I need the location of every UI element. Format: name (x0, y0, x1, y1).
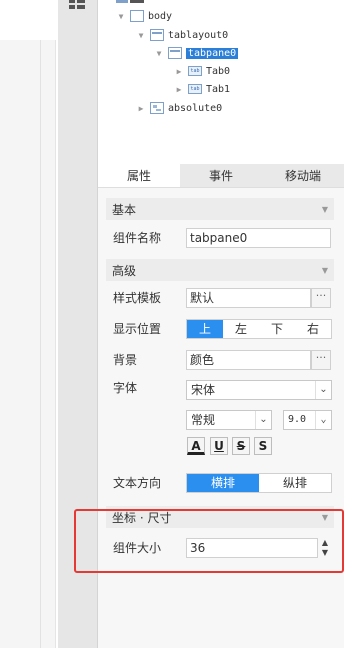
frame-icon (150, 29, 164, 41)
tree-node-label: absolute0 (168, 102, 223, 114)
text-direction-label: 文本方向 (113, 476, 162, 490)
expand-arrow-icon[interactable]: ▶ (136, 104, 146, 113)
tree-node-label: tabpane0 (186, 47, 239, 59)
tree-node-label: Tab1 (206, 83, 231, 95)
chevron-down-icon: ⌄ (315, 381, 331, 399)
tab-icon: tab (188, 84, 202, 94)
direction-vertical-option[interactable]: 纵排 (259, 474, 331, 492)
chevron-down-icon: ⌄ (255, 411, 271, 429)
chevron-down-icon: ⌄ (315, 411, 331, 429)
tree-node-label: tablayout0 (168, 29, 229, 41)
collapse-arrow-icon[interactable]: ▼ (116, 12, 126, 21)
tree-node-label: body (148, 10, 173, 22)
position-left-option[interactable]: 左 (223, 320, 259, 338)
strikethrough-button[interactable]: S (232, 437, 250, 455)
collapse-arrow-icon[interactable]: ▼ (154, 49, 164, 58)
font-size-value: 9.0 (288, 414, 307, 425)
shadow-button[interactable]: S (254, 437, 272, 455)
highlight-box (74, 509, 344, 573)
font-style-value: 常规 (191, 413, 216, 427)
tab-events[interactable]: 事件 (180, 164, 262, 187)
page-icon (130, 10, 144, 22)
collapse-caret-icon[interactable]: ▼ (322, 266, 328, 275)
display-position-label: 显示位置 (113, 322, 162, 336)
widget-tree-icon[interactable] (68, 0, 86, 10)
property-tabs: 属性 事件 移动端 (98, 164, 344, 188)
tree-node-tab1[interactable]: ▶ tab Tab1 (174, 80, 231, 98)
expand-arrow-icon[interactable]: ▶ (174, 67, 184, 76)
background-input[interactable]: 颜色 (186, 350, 311, 370)
font-family-select[interactable]: 宋体 ⌄ (186, 380, 332, 400)
frame-icon (168, 47, 182, 59)
style-template-more-button[interactable]: ··· (311, 288, 331, 308)
style-template-label: 样式模板 (113, 291, 162, 305)
font-size-select[interactable]: 9.0 ⌄ (283, 410, 332, 430)
tree-node-body[interactable]: ▼ body (116, 7, 172, 25)
tree-node-label: Tab0 (206, 65, 231, 77)
direction-horizontal-option[interactable]: 横排 (187, 474, 259, 492)
section-title: 高级 (112, 263, 137, 278)
position-bottom-option[interactable]: 下 (259, 320, 295, 338)
component-name-input[interactable]: tabpane0 (186, 228, 331, 248)
underline-button[interactable]: U (210, 437, 228, 455)
canvas-divider (40, 40, 41, 648)
tree-node-absolute[interactable]: ▶ absolute0 (136, 99, 222, 117)
tree-node-tablayout[interactable]: ▼ tablayout0 (136, 26, 228, 44)
background-more-button[interactable]: ··· (311, 350, 331, 370)
text-direction-segment: 横排 纵排 (186, 473, 332, 493)
display-position-segment: 上 左 下 右 (186, 319, 332, 339)
canvas-scroll-area (0, 40, 56, 648)
absolute-layout-icon (150, 102, 164, 114)
font-label: 字体 (113, 381, 138, 395)
tab-mobile[interactable]: 移动端 (262, 164, 344, 187)
tab-properties[interactable]: 属性 (98, 164, 180, 187)
section-basic[interactable]: 基本 ▼ (106, 198, 334, 220)
font-style-select[interactable]: 常规 ⌄ (186, 410, 272, 430)
tree-root-stub (116, 0, 144, 3)
collapse-caret-icon[interactable]: ▼ (322, 205, 328, 214)
expand-arrow-icon[interactable]: ▶ (174, 85, 184, 94)
style-template-input[interactable]: 默认 (186, 288, 311, 308)
section-title: 基本 (112, 202, 137, 217)
position-top-option[interactable]: 上 (187, 320, 223, 338)
font-family-value: 宋体 (191, 383, 216, 397)
font-color-button[interactable]: A (187, 437, 205, 455)
section-advanced[interactable]: 高级 ▼ (106, 259, 334, 281)
component-name-label: 组件名称 (113, 231, 162, 245)
tab-icon: tab (188, 66, 202, 76)
tree-node-tabpane[interactable]: ▼ tabpane0 (154, 44, 239, 62)
tree-node-tab0[interactable]: ▶ tab Tab0 (174, 62, 231, 80)
position-right-option[interactable]: 右 (295, 320, 331, 338)
collapse-arrow-icon[interactable]: ▼ (136, 31, 146, 40)
background-label: 背景 (113, 353, 138, 367)
